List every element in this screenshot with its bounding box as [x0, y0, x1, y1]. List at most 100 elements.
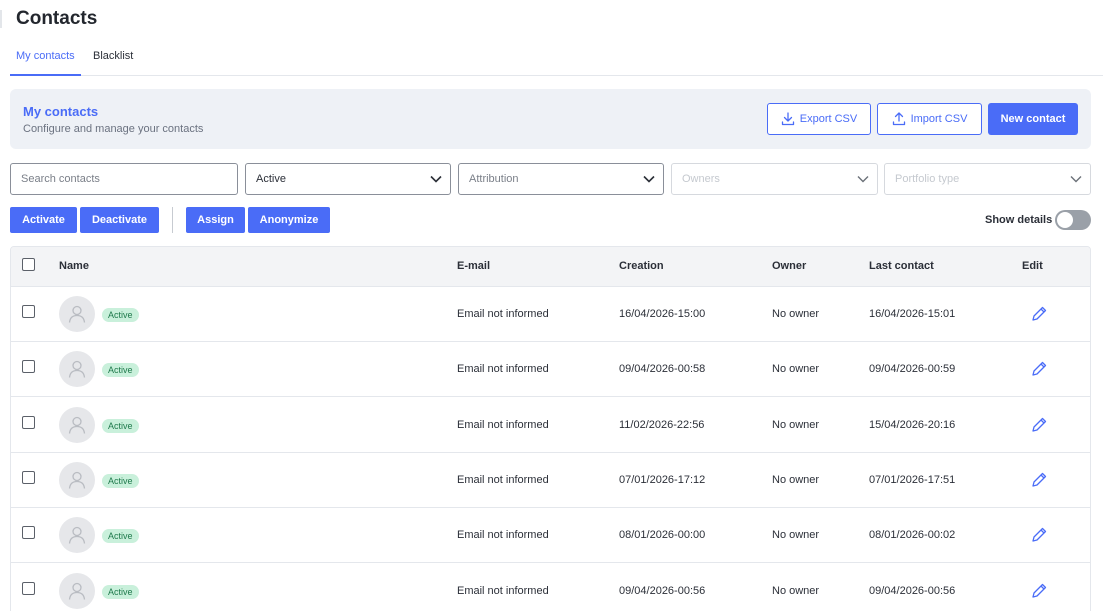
edit-pencil-icon[interactable] — [1029, 304, 1049, 324]
attribution-select[interactable]: Attribution — [458, 163, 664, 195]
avatar — [59, 517, 95, 554]
portfolio-type-select[interactable]: Portfolio type — [884, 163, 1091, 195]
last-contact-cell: 08/01/2026-00:02 — [869, 529, 956, 542]
creation-cell: 16/04/2026-15:00 — [619, 308, 706, 320]
status-select-value: Active — [256, 173, 286, 185]
column-name: Name — [59, 260, 89, 272]
user-icon — [68, 471, 86, 489]
user-icon — [68, 416, 86, 434]
section-header: My contacts Configure and manage your co… — [10, 89, 1091, 149]
import-csv-label: Import CSV — [910, 113, 968, 125]
edit-pencil-icon[interactable] — [1029, 581, 1049, 601]
row-checkbox[interactable] — [22, 305, 35, 318]
creation-cell: 07/01/2026-17:12 — [619, 473, 706, 486]
row-checkbox[interactable] — [22, 415, 35, 429]
anonymize-button[interactable]: Anonymize — [248, 207, 330, 233]
upload-icon — [892, 112, 905, 126]
column-edit: Edit — [1022, 260, 1043, 272]
row-checkbox[interactable] — [22, 581, 35, 595]
chevron-down-icon — [849, 175, 877, 183]
search-placeholder: Search contacts — [21, 173, 100, 185]
download-icon — [781, 112, 794, 126]
last-contact-cell: 07/01/2026-17:51 — [869, 473, 956, 486]
last-contact-cell: 09/04/2026-00:59 — [869, 363, 956, 376]
left-edge-marker — [0, 10, 2, 28]
email-cell: Email not informed — [457, 584, 549, 597]
column-creation: Creation — [619, 260, 664, 272]
creation-cell: 11/02/2026-22:56 — [619, 418, 705, 431]
last-contact-cell: 09/04/2026-00:56 — [869, 584, 956, 597]
edit-pencil-icon[interactable] — [1029, 470, 1049, 490]
status-badge: Active — [102, 308, 139, 322]
tab-bar: My contacts Blacklist — [10, 44, 1103, 76]
toggle-knob — [1057, 212, 1073, 228]
owner-cell: No owner — [772, 418, 820, 431]
section-title: My contacts — [23, 104, 99, 119]
user-icon — [68, 361, 86, 378]
email-cell: Email not informed — [457, 473, 549, 486]
edit-pencil-icon[interactable] — [1029, 525, 1049, 545]
activate-button[interactable]: Activate — [10, 207, 77, 233]
owner-cell: No owner — [772, 308, 820, 320]
export-csv-button[interactable]: Export CSV — [767, 103, 871, 135]
section-subtitle: Configure and manage your contacts — [23, 123, 204, 135]
last-contact-cell: 16/04/2026-15:01 — [869, 308, 956, 320]
user-icon — [68, 527, 86, 544]
tab-blacklist[interactable]: Blacklist — [93, 50, 133, 76]
row-checkbox[interactable] — [22, 360, 35, 374]
email-cell: Email not informed — [457, 529, 549, 542]
page-title: Contacts — [16, 8, 98, 29]
edit-pencil-icon[interactable] — [1029, 415, 1049, 435]
row-checkbox[interactable] — [22, 470, 35, 484]
search-input[interactable]: Search contacts — [10, 163, 238, 195]
status-badge: Active — [102, 584, 139, 599]
table-row[interactable]: Active Email not informed 11/02/2026-22:56… — [11, 397, 1090, 453]
export-csv-label: Export CSV — [799, 113, 858, 125]
table-row[interactable]: Active Email not informed 09/04/2026-00:56… — [11, 563, 1090, 611]
avatar — [59, 572, 95, 609]
table-row[interactable]: Active Email not informed 09/04/2026-00:58… — [11, 342, 1090, 398]
chevron-down-icon — [1062, 175, 1090, 183]
email-cell: Email not informed — [457, 308, 549, 320]
owners-placeholder: Owners — [682, 173, 720, 185]
assign-button[interactable]: Assign — [186, 207, 245, 233]
creation-cell: 09/04/2026-00:58 — [619, 363, 706, 376]
chevron-down-icon — [635, 175, 663, 183]
user-icon — [68, 582, 86, 600]
status-badge: Active — [102, 363, 139, 378]
creation-cell: 09/04/2026-00:56 — [619, 584, 706, 597]
portfolio-type-placeholder: Portfolio type — [895, 173, 960, 185]
email-cell: Email not informed — [457, 418, 549, 431]
deactivate-button[interactable]: Deactivate — [80, 207, 159, 233]
owner-cell: No owner — [772, 529, 820, 542]
toolbar-divider — [172, 207, 173, 233]
table-row[interactable]: Active Email not informed 07/01/2026-17:12… — [11, 452, 1090, 508]
table-header: Name E-mail Creation Owner Last contact … — [11, 247, 1090, 287]
status-select[interactable]: Active — [245, 163, 451, 195]
owner-cell: No owner — [772, 363, 820, 376]
show-details-toggle[interactable] — [1055, 210, 1091, 230]
tab-my-contacts[interactable]: My contacts — [10, 50, 81, 76]
row-checkbox[interactable] — [22, 526, 35, 540]
user-icon — [68, 305, 86, 323]
column-last-contact: Last contact — [869, 260, 934, 272]
contacts-table: Name E-mail Creation Owner Last contact … — [10, 246, 1091, 611]
table-row[interactable]: Active Email not informed 08/01/2026-00:00… — [11, 508, 1090, 564]
status-badge: Active — [102, 473, 139, 488]
edit-pencil-icon[interactable] — [1029, 359, 1049, 379]
new-contact-button[interactable]: New contact — [988, 103, 1078, 135]
column-owner: Owner — [772, 260, 807, 272]
avatar — [59, 461, 95, 498]
avatar — [59, 351, 95, 388]
attribution-placeholder: Attribution — [469, 173, 519, 185]
avatar — [59, 296, 95, 332]
email-cell: Email not informed — [457, 363, 549, 376]
owners-select[interactable]: Owners — [671, 163, 878, 195]
column-email: E-mail — [457, 260, 491, 272]
import-csv-button[interactable]: Import CSV — [877, 103, 982, 135]
chevron-down-icon — [422, 175, 450, 183]
select-all-checkbox[interactable] — [22, 258, 35, 271]
status-badge: Active — [102, 529, 139, 544]
status-badge: Active — [102, 418, 139, 433]
table-row[interactable]: Active Email not informed 16/04/2026-15:00… — [11, 287, 1090, 342]
